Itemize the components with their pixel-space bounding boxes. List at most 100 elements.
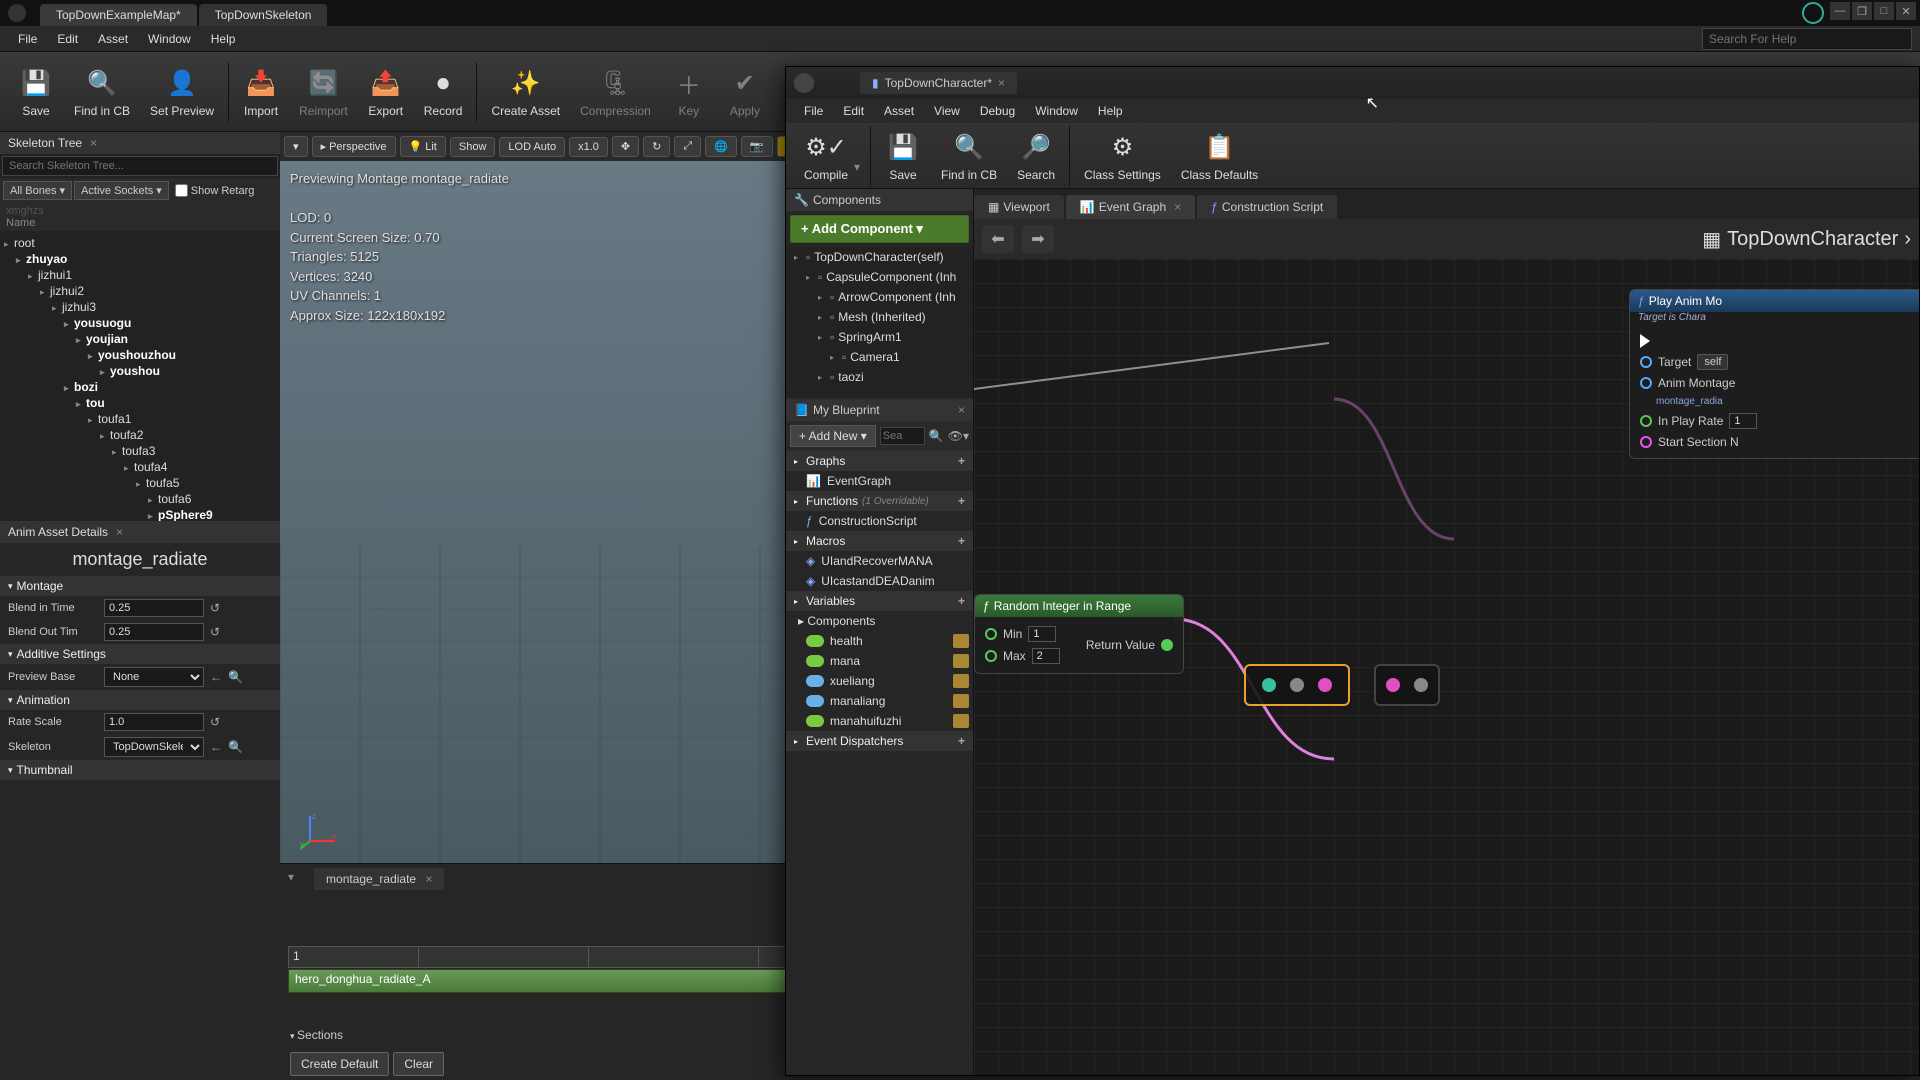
pin-icon[interactable]	[1386, 678, 1400, 692]
component-item[interactable]: ▫TopDownCharacter(self)	[786, 247, 973, 267]
compile-button[interactable]: ⚙✓Compile	[794, 126, 858, 186]
components-list[interactable]: ▫TopDownCharacter(self)▫CapsuleComponent…	[786, 247, 973, 397]
menu-help[interactable]: Help	[201, 28, 246, 50]
bone-bozi[interactable]: bozi	[4, 379, 276, 395]
return-pin-icon[interactable]	[1161, 639, 1173, 651]
min-input[interactable]	[1028, 626, 1056, 642]
montage-menu-icon[interactable]: ▾	[280, 866, 302, 888]
breadcrumb[interactable]: ▦ TopDownCharacter ›	[1702, 227, 1911, 252]
bone-toufa1[interactable]: toufa1	[4, 411, 276, 427]
menu-asset[interactable]: Asset	[88, 28, 138, 50]
bone-youshouzhou[interactable]: youshouzhou	[4, 347, 276, 363]
bp-menu-file[interactable]: File	[794, 100, 833, 122]
tab-construction[interactable]: ƒ Construction Script	[1197, 195, 1337, 219]
vp-scale-button[interactable]: x1.0	[569, 137, 608, 157]
bone-toufa2[interactable]: toufa2	[4, 427, 276, 443]
rate-pin-icon[interactable]	[1640, 415, 1652, 427]
search-help-input[interactable]	[1702, 28, 1912, 50]
minimize-button[interactable]: —	[1830, 2, 1850, 20]
bp-menu-view[interactable]: View	[924, 100, 970, 122]
restore-button[interactable]: ❐	[1852, 2, 1872, 20]
set-preview-button[interactable]: 👤Set Preview	[140, 62, 224, 122]
menu-file[interactable]: File	[8, 28, 47, 50]
rate-scale-input[interactable]	[104, 713, 204, 731]
bone-root[interactable]: root	[4, 235, 276, 251]
exec-pin-icon[interactable]	[1640, 334, 1650, 348]
camera-speed-icon[interactable]: 📷	[741, 136, 773, 157]
search-button[interactable]: 🔎Search	[1007, 126, 1065, 186]
browse-icon[interactable]: 🔍	[228, 740, 243, 754]
vp-perspective-button[interactable]: ▸ Perspective	[312, 136, 396, 157]
vp-lit-button[interactable]: 💡Lit	[400, 136, 446, 157]
bone-pSphere9[interactable]: pSphere9	[4, 507, 276, 521]
component-item[interactable]: ▫Mesh (Inherited)	[786, 307, 973, 327]
bone-zhuyao[interactable]: zhuyao	[4, 251, 276, 267]
nav-back-button[interactable]: ⬅	[982, 225, 1014, 253]
variable-xueliang[interactable]: xueliang	[786, 671, 973, 691]
blend-in-input[interactable]	[104, 599, 204, 617]
node-play-anim-montage[interactable]: ƒ Play Anim Mo Target is Chara Target se…	[1629, 289, 1919, 459]
move-gizmo-icon[interactable]: ✥	[612, 136, 639, 157]
bone-jizhui2[interactable]: jizhui2	[4, 283, 276, 299]
pin-icon[interactable]	[1414, 678, 1428, 692]
min-pin-icon[interactable]	[985, 628, 997, 640]
bone-yousuogu[interactable]: yousuogu	[4, 315, 276, 331]
mybp-cat-macros[interactable]: Macros+	[786, 531, 973, 551]
node-sequence[interactable]	[1244, 664, 1350, 706]
bone-tou[interactable]: tou	[4, 395, 276, 411]
reset-icon[interactable]: ↺	[210, 625, 220, 639]
menu-window[interactable]: Window	[138, 28, 201, 50]
skeleton-search-input[interactable]	[2, 156, 278, 176]
import-button[interactable]: 📥Import	[233, 62, 289, 122]
vp-menu-button[interactable]: ▾	[284, 136, 308, 157]
mybp-item[interactable]: 📊EventGraph	[786, 471, 973, 491]
mybp-cat-event-dispatchers[interactable]: Event Dispatchers+	[786, 731, 973, 751]
browse-icon[interactable]: 🔍	[228, 670, 243, 684]
skeleton-select[interactable]: TopDownSkele	[104, 737, 204, 757]
preview-base-select[interactable]: None	[104, 667, 204, 687]
eye-icon[interactable]: 👁▾	[948, 429, 969, 443]
bone-jizhui3[interactable]: jizhui3	[4, 299, 276, 315]
pin-icon[interactable]	[1318, 678, 1332, 692]
reset-icon[interactable]: ↺	[210, 601, 220, 615]
mybp-item[interactable]: ◈UIandRecoverMANA	[786, 551, 973, 571]
close-icon[interactable]: ×	[90, 136, 97, 150]
vp-lod-button[interactable]: LOD Auto	[499, 137, 565, 157]
montage-tab[interactable]: montage_radiate ×	[314, 868, 444, 890]
pin-icon[interactable]	[1290, 678, 1304, 692]
blend-out-input[interactable]	[104, 623, 204, 641]
mybp-search-input[interactable]	[880, 427, 925, 445]
export-button[interactable]: 📤Export	[358, 62, 414, 122]
bone-jizhui1[interactable]: jizhui1	[4, 267, 276, 283]
rate-input[interactable]	[1729, 413, 1757, 429]
bp-menu-edit[interactable]: Edit	[833, 100, 874, 122]
mybp-cat-functions[interactable]: Functions (1 Overridable)+	[786, 491, 973, 511]
clear-button[interactable]: Clear	[393, 1052, 444, 1076]
menu-edit[interactable]: Edit	[47, 28, 88, 50]
bone-toufa3[interactable]: toufa3	[4, 443, 276, 459]
bp-menu-window[interactable]: Window	[1025, 100, 1088, 122]
section-pin-icon[interactable]	[1640, 436, 1652, 448]
tab-viewport[interactable]: ▦ Viewport	[974, 195, 1064, 219]
create-asset-button[interactable]: ✨Create Asset	[481, 62, 570, 122]
component-item[interactable]: ▫Camera1	[786, 347, 973, 367]
filter-active-sockets[interactable]: Active Sockets ▾	[74, 181, 169, 200]
bone-toufa6[interactable]: toufa6	[4, 491, 276, 507]
source-control-icon[interactable]	[1802, 2, 1824, 24]
bp-menu-asset[interactable]: Asset	[874, 100, 924, 122]
bone-youshou[interactable]: youshou	[4, 363, 276, 379]
add-component-button[interactable]: + Add Component ▾	[790, 215, 969, 243]
search-icon[interactable]: 🔍	[929, 429, 944, 443]
maximize-button[interactable]: □	[1874, 2, 1894, 20]
bone-toufa5[interactable]: toufa5	[4, 475, 276, 491]
find-in-cb-button[interactable]: 🔍Find in CB	[931, 126, 1007, 186]
cat-animation[interactable]: Animation	[0, 690, 280, 710]
tab-event-graph[interactable]: 📊 Event Graph ×	[1066, 195, 1195, 219]
rotate-gizmo-icon[interactable]: ↻	[643, 136, 670, 157]
event-graph-canvas[interactable]: ƒ Play Anim Mo Target is Chara Target se…	[974, 259, 1919, 1075]
bp-tab[interactable]: ▮TopDownCharacter*×	[860, 72, 1017, 94]
save-button[interactable]: 💾Save	[8, 62, 64, 122]
bp-menu-debug[interactable]: Debug	[970, 100, 1025, 122]
show-retarget-checkbox[interactable]: Show Retarg	[175, 184, 255, 197]
cat-montage[interactable]: Montage	[0, 576, 280, 596]
